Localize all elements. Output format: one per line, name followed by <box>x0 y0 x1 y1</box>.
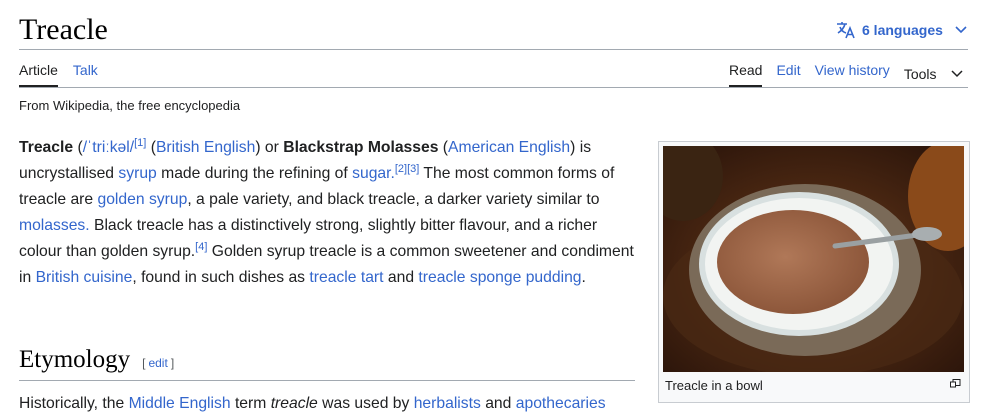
ipa-link[interactable]: /ˈtriːkəl/ <box>83 139 134 156</box>
tools-menu[interactable]: Tools <box>904 61 963 87</box>
link-american-english[interactable]: American English <box>448 139 570 156</box>
text: and <box>383 269 419 286</box>
lead-paragraph: Treacle (/ˈtriːkəl/[1] (British English)… <box>19 135 644 291</box>
view-tabs: Read Edit View history Tools <box>729 61 963 87</box>
link-apothecaries[interactable]: apothecaries <box>516 395 606 412</box>
text: , found in such dishes as <box>132 269 310 286</box>
languages-label: 6 languages <box>862 22 943 38</box>
link-treacle-tart[interactable]: treacle tart <box>309 269 383 286</box>
title-divider <box>19 49 968 50</box>
image-caption: Treacle in a bowl <box>665 378 763 393</box>
link-golden-syrup[interactable]: golden syrup <box>97 191 187 208</box>
page-title: Treacle <box>19 13 108 46</box>
link-british-english[interactable]: British English <box>156 139 255 156</box>
text: Historically, the <box>19 395 129 412</box>
link-middle-english[interactable]: Middle English <box>129 395 231 412</box>
tools-label: Tools <box>903 66 937 82</box>
tab-view-history[interactable]: View history <box>815 61 890 87</box>
edit-section-link[interactable]: edit <box>148 356 167 370</box>
namespace-tabs: Article Talk <box>19 61 113 87</box>
link-treacle-sponge-pudding[interactable]: treacle sponge pudding <box>418 269 581 286</box>
infobox-figure: Treacle in a bowl <box>658 141 970 403</box>
citation-4[interactable]: [4] <box>195 241 207 253</box>
treacle-bowl-image[interactable] <box>663 146 964 372</box>
link-british-cuisine[interactable]: British cuisine <box>36 269 133 286</box>
heading-text: Etymology <box>19 346 131 373</box>
citation-3[interactable]: [3] <box>407 163 419 175</box>
tab-talk[interactable]: Talk <box>73 61 98 87</box>
link-molasses[interactable]: molasses. <box>19 217 90 234</box>
tabs-divider <box>19 87 968 88</box>
text: term <box>230 395 271 412</box>
site-tagline: From Wikipedia, the free encyclopedia <box>19 98 241 113</box>
bold-term: Blackstrap Molasses <box>283 139 439 156</box>
text: was used by <box>317 395 414 412</box>
section-heading-etymology: Etymology [edit] <box>19 345 174 375</box>
tab-edit[interactable]: Edit <box>776 61 800 87</box>
text: and <box>480 395 516 412</box>
link-syrup[interactable]: syrup <box>118 165 156 182</box>
chevron-down-icon <box>955 26 967 34</box>
link-sugar[interactable]: sugar. <box>352 165 395 182</box>
text: ( <box>73 139 83 156</box>
link-herbalists[interactable]: herbalists <box>414 395 481 412</box>
italic-term: treacle <box>270 395 318 412</box>
text: , a pale variety, and black treacle, a d… <box>187 191 600 208</box>
text: ) or <box>255 139 284 156</box>
tab-article[interactable]: Article <box>19 61 58 87</box>
text: made during the refining of <box>156 165 353 182</box>
heading-divider <box>19 380 635 381</box>
magnify-icon[interactable] <box>950 379 961 388</box>
chevron-down-icon <box>950 70 963 78</box>
bold-term: Treacle <box>19 139 74 156</box>
text: . <box>581 269 586 286</box>
text: ( <box>438 139 449 156</box>
bracket: ] <box>170 356 175 370</box>
text: ( <box>146 139 156 156</box>
section-edit: [edit] <box>142 356 174 370</box>
citation-2[interactable]: [2] <box>395 163 407 175</box>
languages-button[interactable]: 6 languages <box>836 21 973 39</box>
citation-1[interactable]: [1] <box>134 137 146 149</box>
tab-read[interactable]: Read <box>729 61 763 87</box>
translate-icon <box>837 22 855 39</box>
bracket: [ <box>142 356 146 370</box>
